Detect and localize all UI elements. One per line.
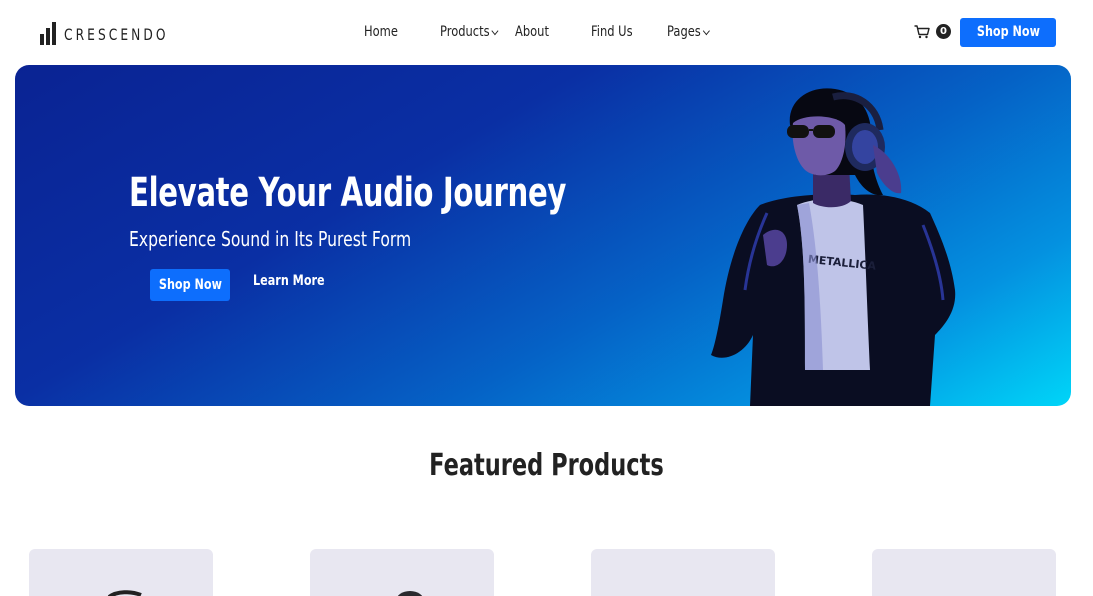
shop-now-button[interactable]: Shop Now: [960, 18, 1056, 47]
nav-products-label: Products: [440, 24, 490, 40]
hero-banner: Elevate Your Audio Journey Experience So…: [15, 65, 1071, 406]
earbud-product-thumb: [397, 591, 423, 596]
cart-count-badge: 0: [936, 24, 951, 39]
product-card[interactable]: [310, 549, 494, 596]
nav-products[interactable]: Products: [440, 22, 499, 42]
hero-shop-now-button[interactable]: Shop Now: [150, 269, 230, 301]
product-card[interactable]: [29, 549, 213, 596]
headphones-product-thumb: [107, 590, 142, 596]
hero-subtitle: Experience Sound in Its Purest Form: [129, 227, 412, 251]
nav-find-us[interactable]: Find Us: [591, 22, 633, 42]
nav-pages-label: Pages: [667, 24, 701, 40]
learn-more-link[interactable]: Learn More: [253, 271, 325, 291]
chevron-down-icon: [703, 26, 710, 35]
nav-find-us-label: Find Us: [591, 24, 633, 40]
woman-with-headphones-image: METALLICA: [711, 88, 956, 406]
hero-title: Elevate Your Audio Journey: [129, 170, 567, 216]
nav-pages[interactable]: Pages: [667, 22, 710, 42]
shopping-cart-icon: [914, 24, 930, 38]
shop-now-label: Shop Now: [976, 24, 1040, 40]
product-card[interactable]: [872, 549, 1056, 596]
featured-products-title: Featured Products: [0, 446, 1093, 486]
featured-products-title-text: Featured Products: [429, 448, 664, 483]
nav-about[interactable]: About: [515, 22, 549, 42]
product-card[interactable]: [591, 549, 775, 596]
cart-button[interactable]: 0: [914, 24, 951, 39]
nav-home-label: Home: [364, 24, 398, 40]
navbar: CRESCENDO Home Products About Find Us Pa…: [0, 0, 1093, 65]
chevron-down-icon: [491, 26, 499, 35]
hero-shop-now-label: Shop Now: [158, 277, 222, 293]
nav-home[interactable]: Home: [364, 22, 398, 42]
nav-about-label: About: [515, 24, 549, 40]
